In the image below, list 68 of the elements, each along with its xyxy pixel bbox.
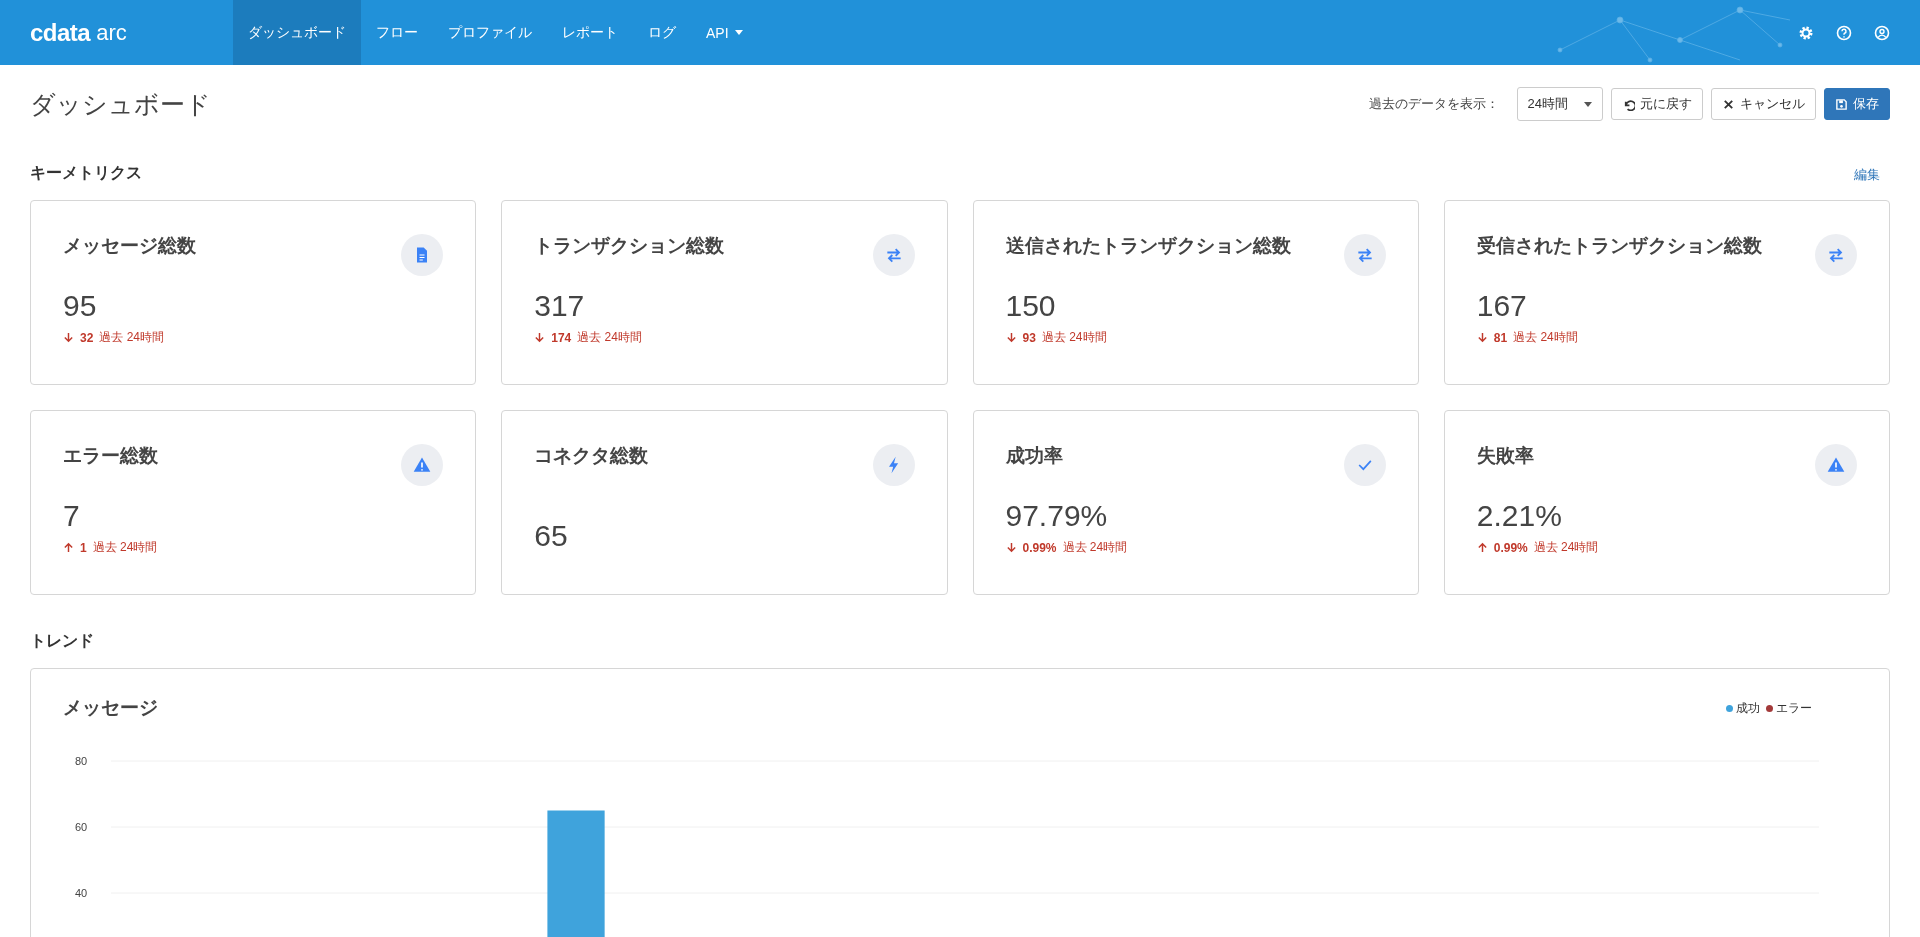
caret-icon [1584,101,1592,107]
metric-title: トランザクション総数 [534,234,725,258]
change-amount: 0.99% [1022,540,1057,555]
nav-tab[interactable]: ログ [633,0,691,65]
change-period: 過去 24時間 [99,329,165,346]
metric-value: 317 [534,289,586,323]
change-period: 過去 24時間 [92,539,158,556]
section-title: トレンド [30,631,94,651]
change-period: 過去 24時間 [1533,539,1599,556]
undo-icon [1622,97,1635,111]
logo-brand: cdata [30,18,91,47]
close-icon [1722,97,1735,111]
nav-tab[interactable]: ダッシュボード [233,0,361,65]
range-select[interactable]: 24時間 [1516,87,1603,121]
metric-title: 受信されたトランザクション総数 [1476,234,1762,258]
change-amount: 174 [551,330,572,345]
metric-value: 2.21% [1476,499,1563,533]
range-label: 過去のデータを表示： [1368,95,1499,113]
legend-label: エラー [1776,699,1812,717]
change-period: 過去 24時間 [1041,329,1107,346]
metric-value: 65 [534,519,569,553]
change-period: 過去 24時間 [577,329,642,346]
save-button[interactable]: 保存 [1824,88,1890,120]
change-period: 過去 24時間 [1513,329,1578,346]
y-tick-label: 60 [75,821,88,833]
chart-title: メッセージ [63,696,158,720]
metric-value: 95 [63,289,98,323]
nav-tab[interactable]: レポート [547,0,633,65]
warning-icon [401,444,444,486]
cancel-button[interactable]: キャンセル [1711,88,1816,120]
logo-product: arc [96,19,127,46]
change-amount: 0.99% [1493,540,1528,555]
y-tick-label: 80 [75,755,88,767]
metric-value: 7 [63,499,81,533]
exchange-icon [1343,234,1386,276]
nav-tab[interactable]: API [691,0,758,65]
section-title: キーメトリクス [30,163,142,183]
document-icon [401,234,444,276]
nav-tab[interactable]: フロー [361,0,433,65]
metric-title: 成功率 [1005,444,1063,468]
check-icon [1343,444,1386,486]
nav-tab[interactable]: プロファイル [433,0,547,65]
undo-button[interactable]: 元に戻す [1611,88,1703,120]
metric-value: 150 [1005,289,1057,323]
bolt-icon [872,444,915,486]
y-tick-label: 40 [75,887,88,899]
legend-label: 成功 [1736,699,1760,717]
metric-title: 失敗率 [1476,444,1534,468]
settings-icon[interactable] [1798,24,1814,41]
exchange-icon [1815,234,1857,276]
metric-title: エラー総数 [63,444,158,468]
metric-title: メッセージ総数 [63,234,196,258]
change-amount: 1 [80,540,87,555]
save-icon [1835,97,1848,111]
metric-title: コネクタ総数 [534,444,649,468]
change-amount: 93 [1022,330,1036,345]
metric-value: 167 [1476,289,1528,323]
user-icon[interactable] [1874,24,1890,41]
change-amount: 32 [80,330,94,345]
metric-title: 送信されたトランザクション総数 [1005,234,1291,258]
metric-value: 97.79% [1005,499,1109,533]
warning-icon [1815,444,1857,486]
exchange-icon [872,234,915,276]
change-amount: 81 [1493,330,1508,345]
edit-link[interactable]: 編集 [1854,166,1890,184]
help-icon[interactable] [1836,24,1852,41]
change-period: 過去 24時間 [1062,539,1128,556]
page-title: ダッシュボード [30,88,211,120]
